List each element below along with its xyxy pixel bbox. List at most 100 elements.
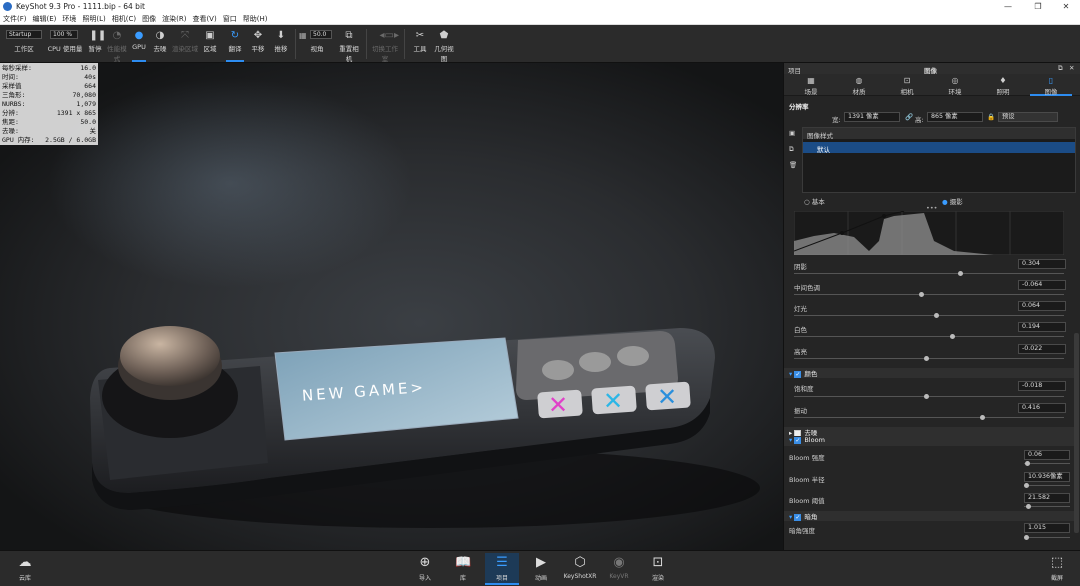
- minimize-button[interactable]: —: [994, 0, 1022, 13]
- bloom-intensity-slider[interactable]: [1024, 461, 1070, 466]
- width-input[interactable]: 1391 像素: [844, 112, 900, 122]
- add-style-icon[interactable]: ▣: [789, 129, 795, 137]
- white-slider[interactable]: [794, 334, 1064, 339]
- import-button[interactable]: ⊕ 导入: [408, 553, 442, 585]
- saturation-slider[interactable]: [794, 394, 1064, 399]
- menu-environment[interactable]: 环境: [62, 14, 76, 24]
- geometry-view-button[interactable]: ⬟ 几何视图: [432, 25, 456, 63]
- color-checkbox[interactable]: ✓: [794, 370, 802, 378]
- slider-knob[interactable]: [1024, 483, 1030, 488]
- panel-popout-icon[interactable]: ⧉: [1058, 64, 1063, 73]
- switch-workspace-button[interactable]: ◂▭▸ 切换工作室: [372, 25, 399, 63]
- mode-basic-radio[interactable]: ○ 基本: [804, 196, 825, 206]
- vibrance-input[interactable]: 0.416: [1018, 403, 1066, 413]
- performance-mode-button[interactable]: ◔ 性能模式: [106, 25, 128, 63]
- tab-material[interactable]: ◍ 材质: [838, 74, 880, 96]
- library-button[interactable]: 📖 库: [446, 553, 480, 585]
- menu-image[interactable]: 图像: [142, 14, 156, 24]
- tab-environment[interactable]: ◎ 环境: [934, 74, 976, 96]
- bloom-threshold-slider[interactable]: [1024, 504, 1070, 509]
- render-viewport[interactable]: 每秒采样: 16.0 时间: 40s 采样值 664 三角形: 70,080 NURBS…: [0, 63, 783, 550]
- image-style-item-default[interactable]: 默认: [803, 142, 1075, 154]
- tools-button[interactable]: ✂ 工具: [410, 25, 430, 63]
- pan-button[interactable]: ✥ 平移: [248, 25, 268, 63]
- menu-camera[interactable]: 相机(C): [112, 14, 136, 24]
- link-icon[interactable]: 🔗: [905, 113, 913, 121]
- slider-knob[interactable]: [958, 271, 964, 276]
- window-title: KeyShot 9.3 Pro - 1111.bip - 64 bit: [16, 2, 145, 11]
- color-section-header[interactable]: ▾ ✓ 颜色: [784, 368, 1074, 378]
- bloom-threshold-input[interactable]: 21.582: [1024, 493, 1070, 503]
- slider-knob[interactable]: [1026, 504, 1032, 509]
- bloom-section-header[interactable]: ▾ ✓ Bloom: [784, 436, 1074, 446]
- keyshotxr-button[interactable]: ⬡ KeyShotXR: [563, 553, 597, 585]
- vignette-strength-slider[interactable]: [1024, 535, 1070, 540]
- keyvr-button[interactable]: ◉ KeyVR: [602, 553, 636, 585]
- tone-curve-histogram[interactable]: [794, 211, 1064, 255]
- screenshot-button[interactable]: ⬚ 截屏: [1040, 553, 1074, 585]
- animation-button[interactable]: ▶ 动画: [524, 553, 558, 585]
- pause-button[interactable]: ❚❚ 暂停: [86, 25, 107, 63]
- vignette-section-header[interactable]: ▾ ✓ 暗角: [784, 511, 1074, 521]
- shadow-slider[interactable]: [794, 271, 1064, 276]
- workspace-select[interactable]: Startup: [6, 30, 42, 39]
- cloud-library-button[interactable]: ☁ 云库: [8, 553, 42, 585]
- vignette-checkbox[interactable]: ✓: [794, 513, 802, 521]
- menu-file[interactable]: 文件(F): [3, 14, 27, 24]
- close-button[interactable]: ✕: [1052, 0, 1080, 13]
- light-slider[interactable]: [794, 313, 1064, 318]
- mode-photo-radio[interactable]: ● 摄影: [942, 196, 963, 206]
- tab-lighting[interactable]: ♦ 照明: [982, 74, 1024, 96]
- preset-dropdown[interactable]: 预设: [998, 112, 1058, 122]
- delete-style-icon[interactable]: 🗑: [789, 161, 797, 169]
- tumble-button[interactable]: ↻ 翻译: [224, 25, 246, 63]
- vibrance-slider[interactable]: [794, 415, 1064, 420]
- slider-knob[interactable]: [1024, 535, 1029, 540]
- bloom-intensity-input[interactable]: 0.06: [1024, 450, 1070, 460]
- gpu-button[interactable]: ● GPU: [130, 25, 148, 63]
- cpu-usage-select[interactable]: 100 %: [50, 30, 78, 39]
- tab-camera[interactable]: ⊡ 相机: [886, 74, 928, 96]
- dolly-button[interactable]: ⬇ 推移: [270, 25, 292, 63]
- menu-view[interactable]: 查看(V): [192, 14, 216, 24]
- slider-knob[interactable]: [950, 334, 956, 339]
- slider-knob[interactable]: [1024, 461, 1030, 466]
- slider-knob[interactable]: [923, 356, 929, 361]
- panel-close-icon[interactable]: ✕: [1069, 64, 1074, 72]
- lock-icon[interactable]: 🔒: [987, 113, 995, 121]
- saturation-input[interactable]: -0.018: [1018, 381, 1066, 391]
- menu-lighting[interactable]: 照明(L): [82, 14, 105, 24]
- bloom-checkbox[interactable]: ✓: [794, 436, 802, 444]
- highlight-input[interactable]: -0.022: [1018, 344, 1066, 354]
- slider-knob[interactable]: [918, 292, 924, 297]
- region-button[interactable]: ▣ 区域: [200, 25, 220, 63]
- menu-edit[interactable]: 编辑(E): [33, 14, 57, 24]
- panel-scrollbar[interactable]: [1074, 333, 1079, 533]
- menu-help[interactable]: 帮助(H): [243, 14, 268, 24]
- height-input[interactable]: 865 像素: [927, 112, 983, 122]
- midtone-slider[interactable]: [794, 292, 1064, 297]
- menu-window[interactable]: 窗口: [223, 14, 237, 24]
- vignette-strength-input[interactable]: 1.015: [1024, 523, 1070, 533]
- render-button[interactable]: ⊡ 渲染: [641, 553, 675, 585]
- bloom-radius-slider[interactable]: [1024, 483, 1070, 488]
- midtone-input[interactable]: -0.064: [1018, 280, 1066, 290]
- denoise-button[interactable]: ◑ 去噪: [150, 25, 170, 63]
- menu-render[interactable]: 渲染(R): [162, 14, 186, 24]
- fov-input[interactable]: 50.0: [310, 30, 332, 39]
- project-button[interactable]: ☰ 项目: [485, 553, 519, 585]
- bloom-radius-input[interactable]: 10.936像素: [1024, 472, 1070, 482]
- maximize-button[interactable]: ❐: [1024, 0, 1052, 13]
- tab-scene[interactable]: ▦ 场景: [790, 74, 832, 96]
- shadow-input[interactable]: 0.304: [1018, 259, 1066, 269]
- duplicate-style-icon[interactable]: ⧉: [789, 145, 794, 154]
- white-input[interactable]: 0.194: [1018, 322, 1066, 332]
- reset-camera-button[interactable]: ⧉ 重置相机: [338, 25, 360, 63]
- slider-knob[interactable]: [979, 415, 985, 420]
- light-input[interactable]: 0.064: [1018, 301, 1066, 311]
- tab-image[interactable]: ▯ 图像: [1030, 74, 1072, 96]
- slider-knob[interactable]: [923, 394, 929, 399]
- slider-knob[interactable]: [934, 313, 940, 318]
- highlight-slider[interactable]: [794, 356, 1064, 361]
- render-region-button[interactable]: ⤧ 渲染区域: [172, 25, 198, 63]
